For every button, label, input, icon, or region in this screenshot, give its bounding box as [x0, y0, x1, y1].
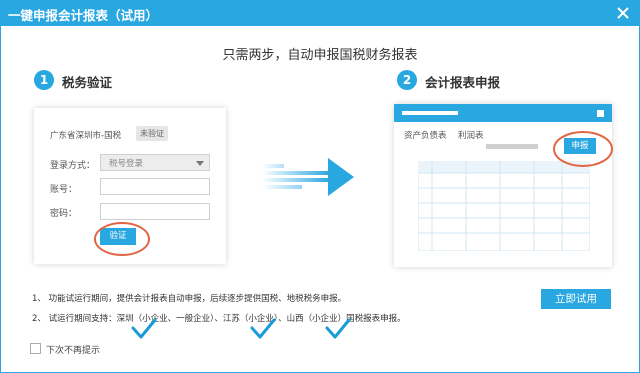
- step-label: 税务验证: [62, 75, 113, 90]
- login-method-label: 登录方式：: [50, 161, 96, 171]
- highlight-ring: [553, 131, 613, 167]
- mock-titlebar: [394, 104, 612, 122]
- password-field: [100, 203, 210, 220]
- title-bar: 一键申报会计报表（试用）: [0, 0, 640, 26]
- mock-tab-balance-sheet: 资产负债表: [404, 131, 447, 141]
- password-label: 密码：: [50, 209, 78, 219]
- headline: 只需两步，自动申报国税财务报表: [222, 48, 418, 63]
- mock-placeholder-line: [486, 144, 538, 149]
- chevron-down-icon: [196, 161, 204, 166]
- mock-title-placeholder: [402, 111, 458, 115]
- mock-tab-income-statement: 利润表: [458, 131, 484, 141]
- window-title: 一键申报会计报表（试用）: [8, 8, 159, 23]
- login-method-value: 税号登录: [109, 159, 144, 169]
- mock-table-grid: [418, 161, 590, 251]
- mock-window-icon: [597, 110, 604, 117]
- no-remind-label[interactable]: 下次不再提示: [46, 343, 100, 356]
- login-method-select: 税号登录: [100, 154, 210, 171]
- step-number: 1: [34, 70, 54, 90]
- account-field: [100, 178, 210, 195]
- no-remind-checkbox[interactable]: [30, 343, 41, 354]
- account-label: 账号：: [50, 185, 78, 195]
- close-icon[interactable]: [614, 4, 632, 22]
- tax-location: 广东省深圳市-国税: [50, 131, 122, 141]
- note-1: 1、 功能试运行期间，提供会计报表自动申报，后续逐步提供国税、地税税务申报。: [32, 294, 347, 304]
- try-now-button[interactable]: 立即试用: [541, 289, 611, 309]
- arrow-right-icon: [262, 158, 354, 196]
- note-2: 2、 试运行期间支持：深圳（小企业、一般企业）、江苏（小企业）、山西（小企业）国…: [32, 314, 406, 324]
- status-badge: 未验证: [136, 126, 168, 141]
- step-label: 会计报表申报: [425, 75, 501, 90]
- highlight-ring: [94, 222, 150, 256]
- step-number: 2: [397, 70, 417, 90]
